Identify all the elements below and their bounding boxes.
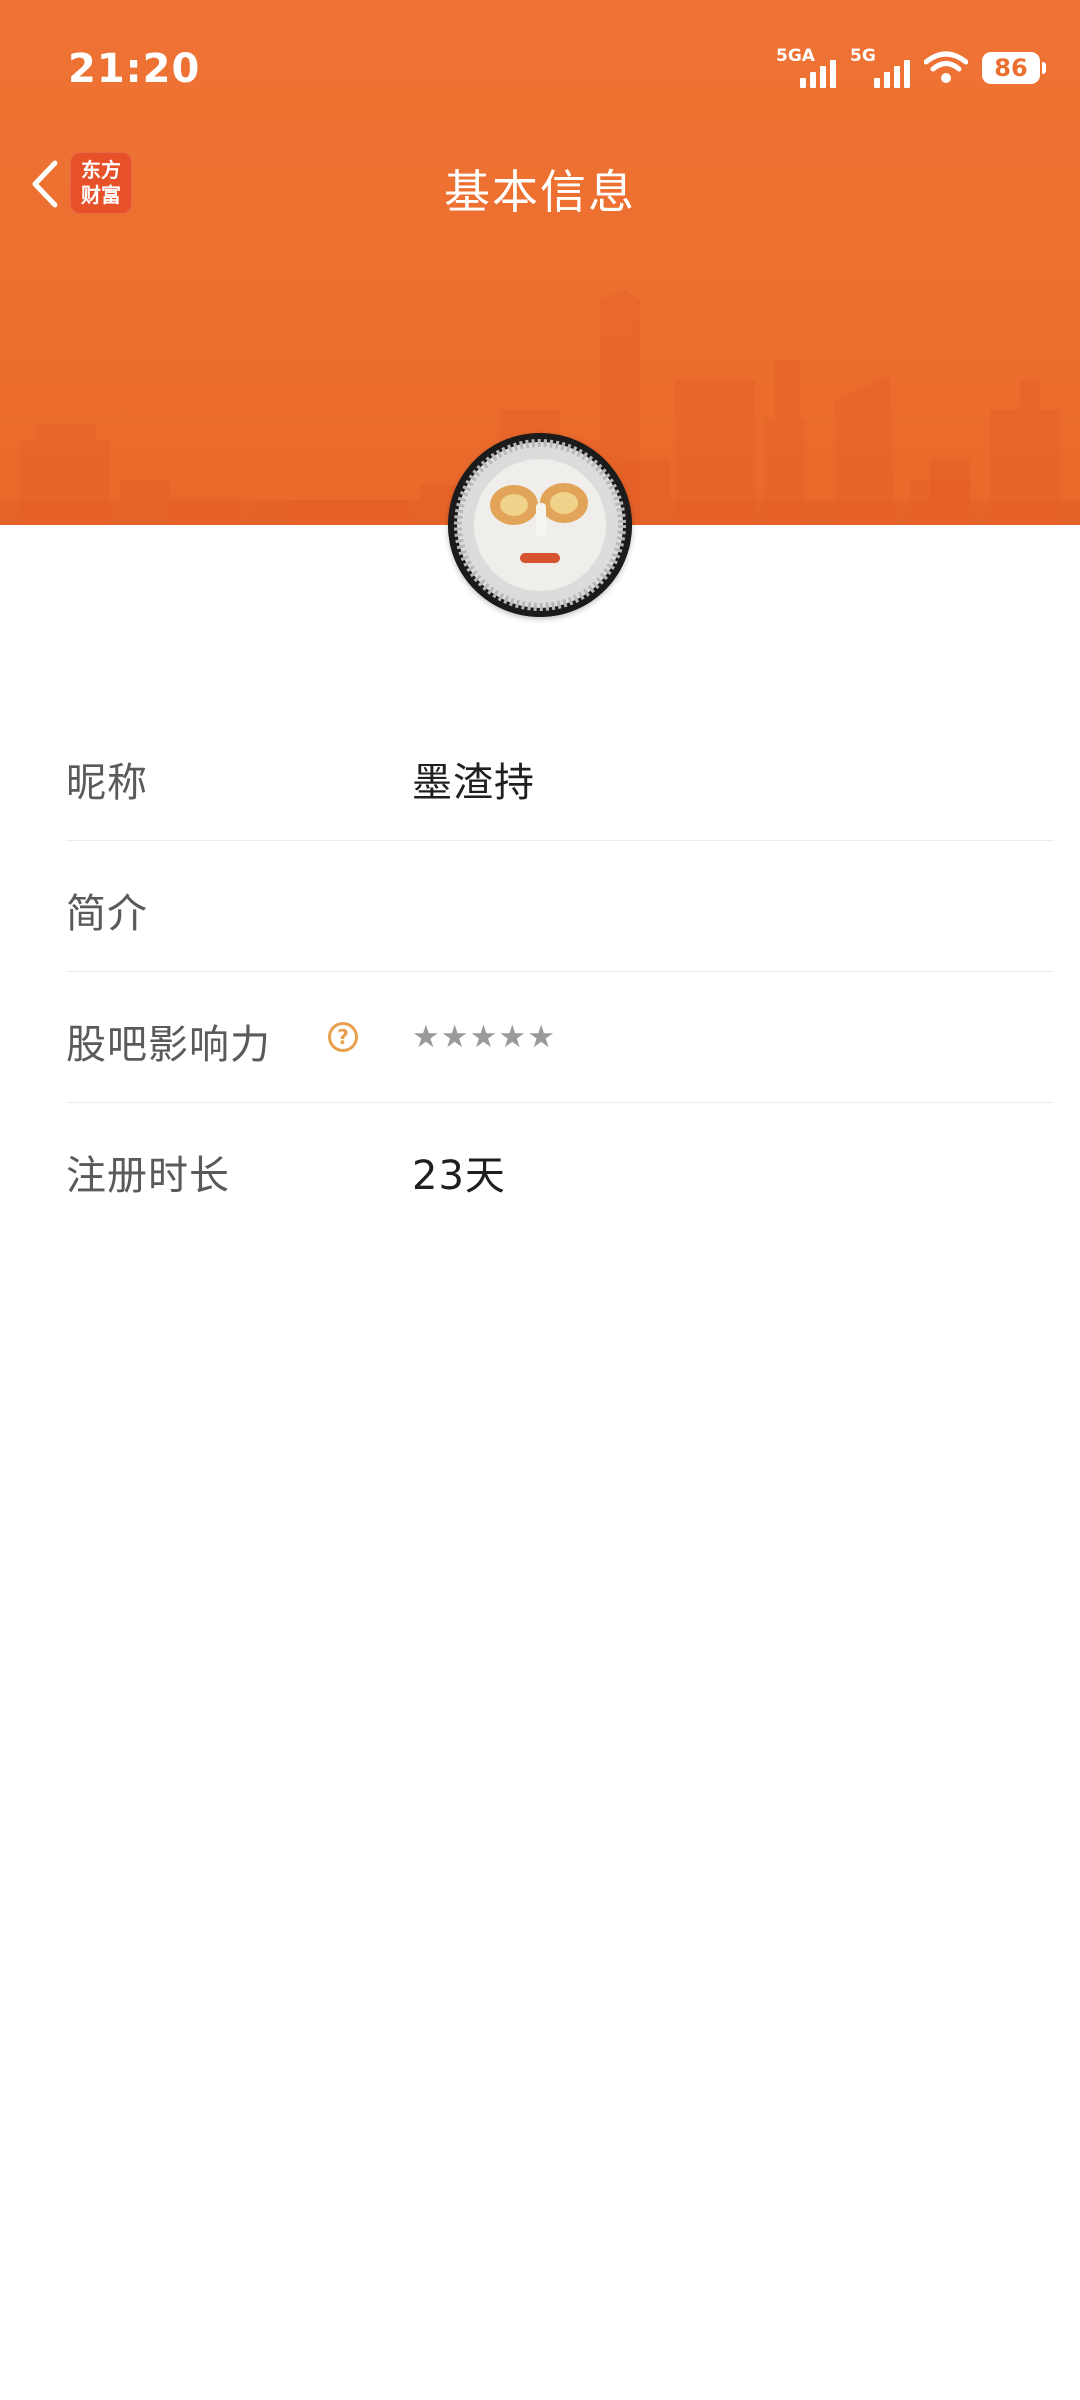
- star-icon: ★: [469, 1019, 498, 1055]
- bio-row[interactable]: 简介: [66, 841, 1054, 972]
- influence-rating: ★ ★ ★ ★ ★: [412, 1020, 555, 1054]
- battery-icon: 86: [982, 52, 1046, 84]
- star-icon: ★: [527, 1019, 555, 1055]
- nickname-row[interactable]: 昵称 墨渣持: [66, 710, 1054, 841]
- registration-label: 注册时长: [66, 1153, 230, 1199]
- avatar-image: [448, 433, 632, 617]
- signal-5g-icon: 5G: [850, 46, 910, 88]
- star-icon: ★: [498, 1019, 527, 1055]
- avatar[interactable]: [448, 433, 632, 617]
- network-type-label: 5G: [850, 46, 876, 66]
- star-icon: ★: [440, 1019, 469, 1055]
- wifi-icon: [924, 51, 968, 83]
- status-bar: 21:20 5GA 5G 86: [0, 0, 1080, 140]
- battery-level: 86: [994, 54, 1028, 82]
- registration-value: 23天: [412, 1153, 506, 1199]
- info-list: 昵称 墨渣持 简介 股吧影响力 ? ★ ★ ★ ★ ★ 注册时长 23天: [66, 710, 1054, 1233]
- nickname-label: 昵称: [66, 760, 148, 806]
- status-icons: 5GA 5G 86: [776, 46, 1046, 90]
- page-title: 基本信息: [444, 165, 636, 219]
- registration-row: 注册时长 23天: [66, 1103, 1054, 1233]
- nickname-value: 墨渣持: [412, 760, 535, 806]
- status-time: 21:20: [68, 46, 201, 92]
- signal-5ga-icon: 5GA: [776, 46, 836, 88]
- star-icon: ★: [412, 1019, 440, 1055]
- bio-label: 简介: [66, 891, 148, 937]
- profile-basic-info-page: 21:20 5GA 5G 86 东方 财富 基本信息 昵称 墨渣持 简介 股吧影…: [0, 0, 1080, 2400]
- influence-row: 股吧影响力 ? ★ ★ ★ ★ ★: [66, 972, 1054, 1103]
- influence-label: 股吧影响力: [66, 1022, 271, 1068]
- question-circle-icon[interactable]: ?: [328, 1022, 358, 1052]
- navigation-bar: 东方 财富 基本信息: [0, 140, 1080, 230]
